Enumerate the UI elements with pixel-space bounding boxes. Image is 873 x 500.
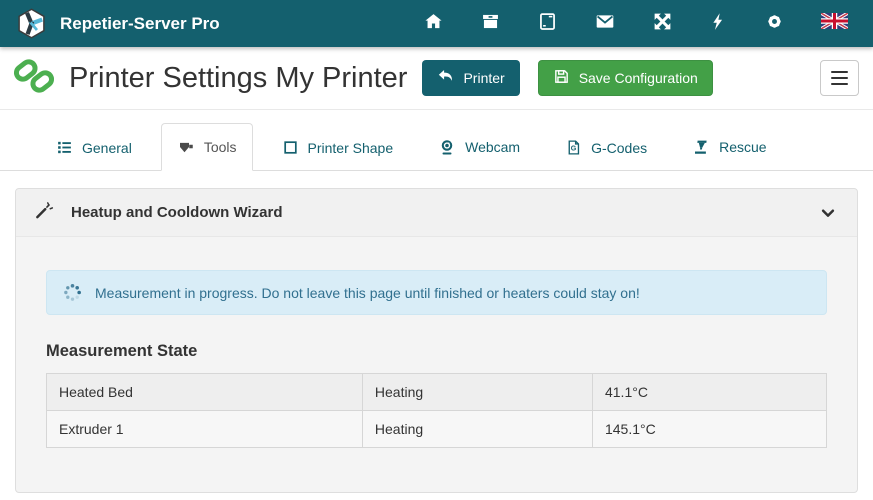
header-menu-button[interactable] [820, 60, 859, 96]
tab-gcodes-label: G-Codes [591, 140, 647, 156]
virtual-printer-icon [537, 11, 558, 37]
webcam-icon [438, 138, 456, 156]
save-configuration-button[interactable]: Save Configuration [538, 60, 713, 96]
nav-messages[interactable] [594, 11, 616, 37]
state-cell: Heating [362, 374, 592, 411]
nav-fullscreen[interactable] [652, 11, 673, 37]
nav-global-settings[interactable] [764, 11, 785, 37]
page-header: Printer Settings My Printer Printer Save… [0, 47, 873, 110]
tab-tools[interactable]: Tools [161, 123, 253, 171]
heatup-wizard-panel-header[interactable]: Heatup and Cooldown Wizard [16, 189, 857, 237]
square-outline-icon [282, 139, 299, 156]
printer-button-label: Printer [463, 70, 504, 86]
fullscreen-icon [652, 11, 673, 37]
nav-language[interactable] [821, 13, 848, 34]
table-row: Extruder 1 Heating 145.1°C [47, 411, 827, 448]
save-icon [553, 68, 570, 88]
page-title: Printer Settings My Printer [69, 62, 407, 95]
hamburger-icon-bar [831, 71, 848, 74]
tab-rescue[interactable]: Rescue [676, 123, 782, 171]
home-icon [423, 11, 444, 37]
rescue-nozzle-icon [692, 138, 710, 156]
settings-tabs: General Tools Printer Shape Webcam [0, 110, 873, 171]
table-row: Heated Bed Heating 41.1°C [47, 374, 827, 411]
gcode-file-icon: G [565, 139, 582, 156]
temperature-cell: 145.1°C [592, 411, 826, 448]
hamburger-icon-bar [831, 83, 848, 86]
save-configuration-label: Save Configuration [579, 70, 698, 86]
link-chain-icon [12, 54, 56, 103]
navbar-icon-menu [423, 11, 858, 37]
tab-printer-shape[interactable]: Printer Shape [266, 124, 410, 171]
measurement-state-heading: Measurement State [46, 342, 827, 361]
nav-printer-box[interactable] [480, 11, 501, 37]
nav-home[interactable] [423, 11, 444, 37]
tab-rescue-label: Rescue [719, 139, 766, 155]
device-cell: Heated Bed [47, 374, 363, 411]
device-cell: Extruder 1 [47, 411, 363, 448]
measurement-state-table: Heated Bed Heating 41.1°C Extruder 1 Hea… [46, 373, 827, 448]
global-settings-icon [764, 11, 785, 37]
list-icon [56, 139, 73, 156]
tab-webcam-label: Webcam [465, 139, 520, 155]
top-navbar: Repetier-Server Pro [0, 0, 873, 47]
measurement-progress-alert: Measurement in progress. Do not leave th… [46, 270, 827, 315]
chevron-down-icon[interactable] [819, 204, 837, 222]
messages-icon [594, 11, 616, 37]
extruder-icon [177, 138, 195, 156]
alert-text: Measurement in progress. Do not leave th… [95, 285, 640, 301]
quick-commands-icon [709, 11, 728, 37]
tab-webcam[interactable]: Webcam [422, 123, 536, 171]
language-flag-en-icon [821, 13, 848, 34]
back-arrow-icon [437, 68, 454, 88]
brand-title: Repetier-Server Pro [60, 14, 220, 34]
spinner-icon [63, 283, 82, 302]
panel-body: Measurement in progress. Do not leave th… [16, 237, 857, 492]
repetier-logo-icon [15, 7, 48, 40]
printer-box-icon [480, 11, 501, 37]
printer-button[interactable]: Printer [422, 60, 519, 96]
tab-general-label: General [82, 140, 132, 156]
brand[interactable]: Repetier-Server Pro [15, 7, 220, 40]
hamburger-icon-bar [831, 77, 848, 80]
panel-title: Heatup and Cooldown Wizard [71, 204, 283, 221]
nav-virtual-printer[interactable] [537, 11, 558, 37]
heatup-wizard-panel: Heatup and Cooldown Wizard Measurement i… [15, 188, 858, 493]
magic-wand-icon [34, 200, 54, 225]
svg-text:G: G [571, 145, 577, 153]
temperature-cell: 41.1°C [592, 374, 826, 411]
nav-quick-commands[interactable] [709, 11, 728, 37]
tab-tools-label: Tools [204, 139, 237, 155]
state-cell: Heating [362, 411, 592, 448]
tab-general[interactable]: General [40, 124, 148, 171]
tab-gcodes[interactable]: G G-Codes [549, 124, 663, 171]
tab-printer-shape-label: Printer Shape [308, 140, 394, 156]
